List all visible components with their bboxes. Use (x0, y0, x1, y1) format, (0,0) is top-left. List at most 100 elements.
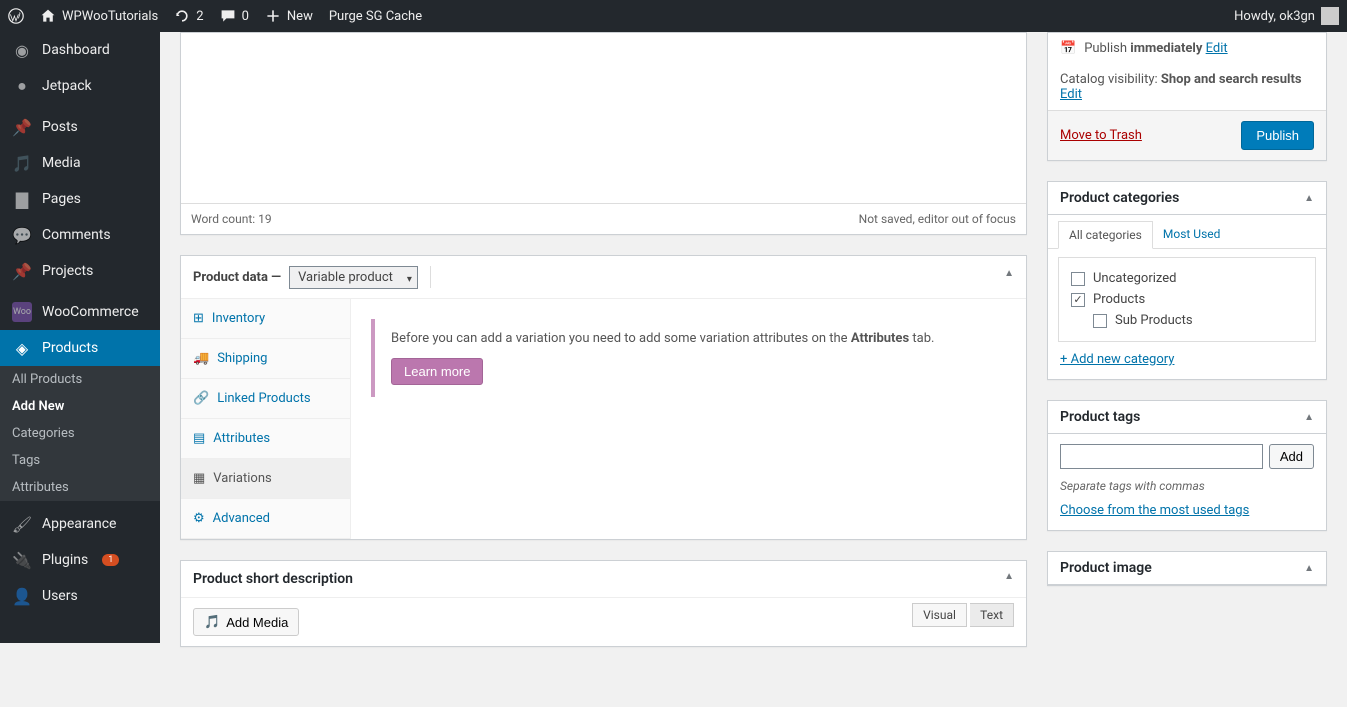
truck-icon: 🚚 (193, 351, 209, 366)
sidebar-item-pages[interactable]: ▇Pages (0, 181, 160, 217)
plug-icon: 🔌 (12, 550, 32, 570)
dashboard-icon: ◉ (12, 40, 32, 60)
submenu-attributes[interactable]: Attributes (0, 474, 160, 501)
learn-more-button[interactable]: Learn more (391, 358, 483, 385)
admin-bar: WPWooTutorials 2 0 New Purge SG Cache Ho… (0, 0, 1347, 32)
new-content-link[interactable]: New (265, 8, 313, 24)
product-tags-box: Product tags ▲ Add Separate tags with co… (1047, 400, 1327, 531)
toggle-product-data[interactable]: ▲ (1004, 268, 1014, 279)
purge-label: Purge SG Cache (329, 9, 422, 24)
product-image-title: Product image (1060, 560, 1152, 576)
notice-text-after: tab. (909, 331, 934, 346)
publish-box: 📅 Publish immediately Edit Catalog visib… (1047, 32, 1327, 161)
page-icon: ▇ (12, 189, 32, 209)
product-data-title: Product data — (193, 270, 281, 285)
add-tag-button[interactable]: Add (1269, 444, 1314, 469)
plus-icon (265, 8, 281, 24)
main-editor: Word count: 19 Not saved, editor out of … (180, 32, 1027, 235)
link-icon: 🔗 (193, 391, 209, 406)
tab-most-used[interactable]: Most Used (1153, 221, 1231, 249)
submenu-tags[interactable]: Tags (0, 447, 160, 474)
media-icon: 🎵 (204, 614, 220, 630)
inventory-icon: ⊞ (193, 311, 204, 326)
howdy-link[interactable]: Howdy, ok3gn (1234, 7, 1339, 25)
product-icon: ◈ (12, 338, 32, 358)
sidebar-item-woocommerce[interactable]: WooWooCommerce (0, 294, 160, 330)
sidebar-item-appearance[interactable]: 🖌Appearance (0, 506, 160, 542)
catalog-label: Catalog visibility: (1060, 72, 1161, 87)
toggle-product-image[interactable]: ▲ (1304, 563, 1314, 574)
tags-title: Product tags (1060, 409, 1140, 425)
woo-icon: Woo (12, 302, 32, 322)
brush-icon: 🖌 (12, 514, 32, 534)
submenu-add-new[interactable]: Add New (0, 393, 160, 420)
tab-inventory[interactable]: ⊞Inventory (181, 299, 350, 339)
sidebar-item-dashboard[interactable]: ◉Dashboard (0, 32, 160, 68)
sidebar-item-projects[interactable]: 📌Projects (0, 253, 160, 289)
tag-input[interactable] (1060, 444, 1263, 469)
sidebar-item-users[interactable]: 👤Users (0, 578, 160, 614)
edit-publish-date[interactable]: Edit (1206, 41, 1228, 56)
edit-catalog-visibility[interactable]: Edit (1060, 87, 1082, 102)
submenu-categories[interactable]: Categories (0, 420, 160, 447)
sidebar-item-posts[interactable]: 📌Posts (0, 109, 160, 145)
toggle-categories[interactable]: ▲ (1304, 193, 1314, 204)
choose-tags-link[interactable]: Choose from the most used tags (1048, 503, 1261, 530)
site-name: WPWooTutorials (62, 9, 158, 24)
plugins-badge: 1 (102, 554, 119, 566)
user-icon: 👤 (12, 586, 32, 606)
editor-status-text: Not saved, editor out of focus (859, 212, 1016, 226)
word-count: Word count: 19 (191, 212, 272, 226)
move-to-trash[interactable]: Move to Trash (1060, 128, 1142, 143)
submenu-all-products[interactable]: All Products (0, 366, 160, 393)
sidebar-item-jetpack[interactable]: ●Jetpack (0, 68, 160, 104)
sidebar-submenu-products: All Products Add New Categories Tags Att… (0, 366, 160, 501)
visual-tab[interactable]: Visual (912, 603, 967, 627)
comment-icon: 💬 (12, 225, 32, 245)
product-data-tabs: ⊞Inventory 🚚Shipping 🔗Linked Products ▤A… (181, 299, 351, 539)
add-new-category-link[interactable]: + Add new category (1048, 352, 1186, 379)
tab-variations[interactable]: ▦Variations (181, 459, 350, 499)
toggle-tags[interactable]: ▲ (1304, 412, 1314, 423)
updates-link[interactable]: 2 (174, 8, 203, 24)
checkbox-sub-products[interactable] (1093, 314, 1107, 328)
short-description-box: Product short description ▲ 🎵 Add Media … (180, 560, 1027, 647)
comments-count: 0 (242, 9, 249, 24)
checkbox-products[interactable]: ✓ (1071, 293, 1085, 307)
add-media-button[interactable]: 🎵 Add Media (193, 608, 299, 636)
sidebar-item-comments[interactable]: 💬Comments (0, 217, 160, 253)
product-type-select[interactable]: Variable product (289, 266, 418, 289)
site-name-link[interactable]: WPWooTutorials (40, 8, 158, 24)
category-list: Uncategorized ✓ Products Sub Products (1058, 257, 1316, 342)
comments-link[interactable]: 0 (220, 8, 249, 24)
purge-cache-link[interactable]: Purge SG Cache (329, 9, 422, 24)
sidebar-item-plugins[interactable]: 🔌Plugins1 (0, 542, 160, 578)
publish-button[interactable]: Publish (1241, 121, 1314, 150)
tab-advanced[interactable]: ⚙Advanced (181, 499, 350, 539)
sidebar-item-products[interactable]: ◈Products (0, 330, 160, 366)
category-item-sub-products[interactable]: Sub Products (1093, 310, 1303, 331)
toggle-short-desc[interactable]: ▲ (1004, 571, 1014, 587)
media-icon: 🎵 (12, 153, 32, 173)
grid-icon: ▦ (193, 471, 205, 486)
notice-text-before: Before you can add a variation you need … (391, 331, 851, 346)
tab-linked-products[interactable]: 🔗Linked Products (181, 379, 350, 419)
text-tab[interactable]: Text (970, 603, 1014, 627)
list-icon: ▤ (193, 431, 205, 446)
editor-body[interactable] (181, 33, 1026, 203)
gear-icon: ⚙ (193, 511, 205, 526)
sidebar-item-media[interactable]: 🎵Media (0, 145, 160, 181)
product-data-box: Product data — Variable product ▲ ⊞Inven… (180, 255, 1027, 540)
tab-all-categories[interactable]: All categories (1058, 221, 1153, 249)
variations-notice: Before you can add a variation you need … (371, 319, 1006, 397)
tab-shipping[interactable]: 🚚Shipping (181, 339, 350, 379)
category-item-uncategorized[interactable]: Uncategorized (1071, 268, 1303, 289)
updates-count: 2 (196, 9, 203, 24)
tab-attributes[interactable]: ▤Attributes (181, 419, 350, 459)
new-label: New (287, 9, 313, 24)
checkbox-uncategorized[interactable] (1071, 272, 1085, 286)
categories-title: Product categories (1060, 190, 1179, 206)
variations-panel: Before you can add a variation you need … (351, 299, 1026, 539)
category-item-products[interactable]: ✓ Products (1071, 289, 1303, 310)
wp-logo[interactable] (8, 8, 24, 24)
